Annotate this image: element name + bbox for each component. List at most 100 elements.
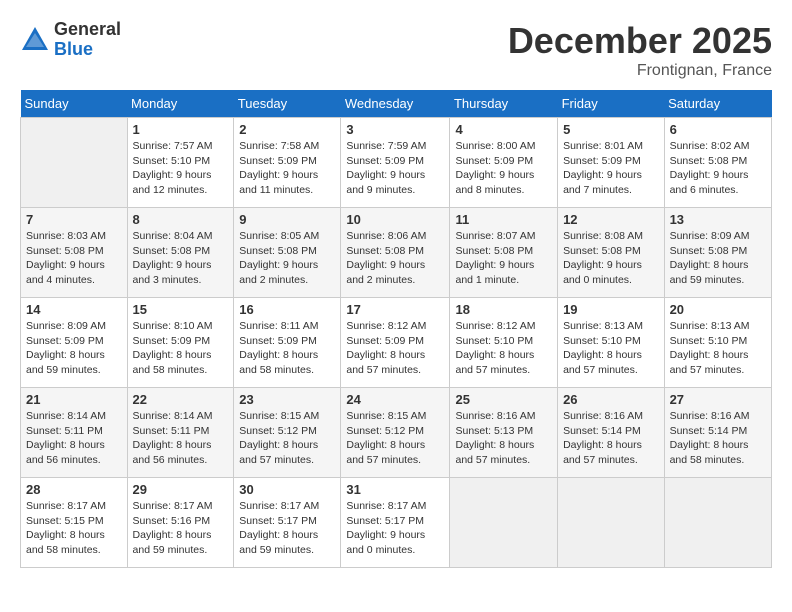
day-info: Sunrise: 8:16 AMSunset: 5:14 PMDaylight:…	[670, 409, 766, 468]
day-info: Sunrise: 8:12 AMSunset: 5:09 PMDaylight:…	[346, 319, 444, 378]
day-cell: 18Sunrise: 8:12 AMSunset: 5:10 PMDayligh…	[450, 298, 558, 388]
header-friday: Friday	[558, 90, 665, 118]
day-number: 24	[346, 392, 444, 407]
day-info: Sunrise: 8:10 AMSunset: 5:09 PMDaylight:…	[133, 319, 229, 378]
day-cell: 24 Sunrise: 8:15 AMSunset: 5:12 PMDayligh…	[341, 388, 450, 478]
day-number: 19	[563, 302, 659, 317]
day-cell: 8 Sunrise: 8:04 AMSunset: 5:08 PMDaylight…	[127, 208, 234, 298]
day-info: Sunrise: 8:16 AMSunset: 5:14 PMDaylight:…	[563, 409, 659, 468]
day-cell	[21, 118, 128, 208]
day-cell: 31Sunrise: 8:17 AMSunset: 5:17 PMDayligh…	[341, 478, 450, 568]
day-number: 31	[346, 482, 444, 497]
day-number: 29	[133, 482, 229, 497]
day-number: 20	[670, 302, 766, 317]
day-number: 8	[133, 212, 229, 227]
logo-general: General	[54, 20, 121, 40]
day-cell: 9 Sunrise: 8:05 AMSunset: 5:08 PMDaylight…	[234, 208, 341, 298]
day-cell: 10 Sunrise: 8:06 AMSunset: 5:08 PMDayligh…	[341, 208, 450, 298]
day-cell: 17Sunrise: 8:12 AMSunset: 5:09 PMDayligh…	[341, 298, 450, 388]
day-cell: 25 Sunrise: 8:16 AMSunset: 5:13 PMDayligh…	[450, 388, 558, 478]
day-number: 16	[239, 302, 335, 317]
day-cell: 27Sunrise: 8:16 AMSunset: 5:14 PMDayligh…	[664, 388, 771, 478]
title-area: December 2025 Frontignan, France	[508, 20, 772, 80]
day-info: Sunrise: 8:06 AMSunset: 5:08 PMDaylight:…	[346, 229, 444, 288]
day-cell: 12 Sunrise: 8:08 AMSunset: 5:08 PMDayligh…	[558, 208, 665, 298]
page-header: General Blue December 2025 Frontignan, F…	[20, 20, 772, 80]
day-cell: 20 Sunrise: 8:13 AMSunset: 5:10 PMDayligh…	[664, 298, 771, 388]
day-info: Sunrise: 8:15 AMSunset: 5:12 PMDaylight:…	[346, 409, 444, 468]
calendar: SundayMondayTuesdayWednesdayThursdayFrid…	[20, 90, 772, 568]
day-info: Sunrise: 8:03 AMSunset: 5:08 PMDaylight:…	[26, 229, 122, 288]
day-cell: 11 Sunrise: 8:07 AMSunset: 5:08 PMDayligh…	[450, 208, 558, 298]
logo-icon	[20, 25, 50, 55]
week-row-2: 7 Sunrise: 8:03 AMSunset: 5:08 PMDaylight…	[21, 208, 772, 298]
day-info: Sunrise: 8:16 AMSunset: 5:13 PMDaylight:…	[455, 409, 552, 468]
header-thursday: Thursday	[450, 90, 558, 118]
day-info: Sunrise: 8:13 AMSunset: 5:10 PMDaylight:…	[670, 319, 766, 378]
day-number: 30	[239, 482, 335, 497]
day-info: Sunrise: 8:04 AMSunset: 5:08 PMDaylight:…	[133, 229, 229, 288]
day-cell: 3Sunrise: 7:59 AMSunset: 5:09 PMDaylight…	[341, 118, 450, 208]
day-cell: 7 Sunrise: 8:03 AMSunset: 5:08 PMDaylight…	[21, 208, 128, 298]
day-number: 13	[670, 212, 766, 227]
day-info: Sunrise: 8:08 AMSunset: 5:08 PMDaylight:…	[563, 229, 659, 288]
day-info: Sunrise: 8:17 AMSunset: 5:15 PMDaylight:…	[26, 499, 122, 558]
day-number: 28	[26, 482, 122, 497]
day-number: 2	[239, 122, 335, 137]
day-number: 7	[26, 212, 122, 227]
header-tuesday: Tuesday	[234, 90, 341, 118]
week-row-3: 14 Sunrise: 8:09 AMSunset: 5:09 PMDayligh…	[21, 298, 772, 388]
day-cell: 6 Sunrise: 8:02 AMSunset: 5:08 PMDaylight…	[664, 118, 771, 208]
day-cell: 1Sunrise: 7:57 AMSunset: 5:10 PMDaylight…	[127, 118, 234, 208]
day-number: 15	[133, 302, 229, 317]
logo-text: General Blue	[54, 20, 121, 60]
day-cell: 29Sunrise: 8:17 AMSunset: 5:16 PMDayligh…	[127, 478, 234, 568]
header-wednesday: Wednesday	[341, 90, 450, 118]
day-cell: 14 Sunrise: 8:09 AMSunset: 5:09 PMDayligh…	[21, 298, 128, 388]
calendar-header-row: SundayMondayTuesdayWednesdayThursdayFrid…	[21, 90, 772, 118]
day-cell	[450, 478, 558, 568]
day-cell: 30 Sunrise: 8:17 AMSunset: 5:17 PMDayligh…	[234, 478, 341, 568]
day-info: Sunrise: 8:13 AMSunset: 5:10 PMDaylight:…	[563, 319, 659, 378]
day-cell: 23Sunrise: 8:15 AMSunset: 5:12 PMDayligh…	[234, 388, 341, 478]
day-cell: 19 Sunrise: 8:13 AMSunset: 5:10 PMDayligh…	[558, 298, 665, 388]
day-info: Sunrise: 8:11 AMSunset: 5:09 PMDaylight:…	[239, 319, 335, 378]
day-info: Sunrise: 8:01 AMSunset: 5:09 PMDaylight:…	[563, 139, 659, 198]
day-number: 12	[563, 212, 659, 227]
logo: General Blue	[20, 20, 121, 60]
day-info: Sunrise: 8:05 AMSunset: 5:08 PMDaylight:…	[239, 229, 335, 288]
week-row-1: 1Sunrise: 7:57 AMSunset: 5:10 PMDaylight…	[21, 118, 772, 208]
day-info: Sunrise: 8:12 AMSunset: 5:10 PMDaylight:…	[455, 319, 552, 378]
day-info: Sunrise: 7:57 AMSunset: 5:10 PMDaylight:…	[133, 139, 229, 198]
day-info: Sunrise: 8:17 AMSunset: 5:17 PMDaylight:…	[239, 499, 335, 558]
day-cell: 16 Sunrise: 8:11 AMSunset: 5:09 PMDayligh…	[234, 298, 341, 388]
day-info: Sunrise: 8:14 AMSunset: 5:11 PMDaylight:…	[26, 409, 122, 468]
day-info: Sunrise: 8:07 AMSunset: 5:08 PMDaylight:…	[455, 229, 552, 288]
day-info: Sunrise: 8:09 AMSunset: 5:09 PMDaylight:…	[26, 319, 122, 378]
day-cell: 13 Sunrise: 8:09 AMSunset: 5:08 PMDayligh…	[664, 208, 771, 298]
day-number: 6	[670, 122, 766, 137]
day-info: Sunrise: 8:02 AMSunset: 5:08 PMDaylight:…	[670, 139, 766, 198]
logo-blue: Blue	[54, 40, 121, 60]
header-monday: Monday	[127, 90, 234, 118]
day-number: 5	[563, 122, 659, 137]
day-number: 11	[455, 212, 552, 227]
day-info: Sunrise: 8:00 AMSunset: 5:09 PMDaylight:…	[455, 139, 552, 198]
day-cell: 22Sunrise: 8:14 AMSunset: 5:11 PMDayligh…	[127, 388, 234, 478]
day-number: 21	[26, 392, 122, 407]
day-number: 25	[455, 392, 552, 407]
day-number: 9	[239, 212, 335, 227]
day-info: Sunrise: 7:59 AMSunset: 5:09 PMDaylight:…	[346, 139, 444, 198]
day-number: 14	[26, 302, 122, 317]
header-saturday: Saturday	[664, 90, 771, 118]
day-cell: 28 Sunrise: 8:17 AMSunset: 5:15 PMDayligh…	[21, 478, 128, 568]
day-number: 26	[563, 392, 659, 407]
day-info: Sunrise: 8:09 AMSunset: 5:08 PMDaylight:…	[670, 229, 766, 288]
week-row-4: 21 Sunrise: 8:14 AMSunset: 5:11 PMDayligh…	[21, 388, 772, 478]
day-info: Sunrise: 8:14 AMSunset: 5:11 PMDaylight:…	[133, 409, 229, 468]
week-row-5: 28 Sunrise: 8:17 AMSunset: 5:15 PMDayligh…	[21, 478, 772, 568]
month-title: December 2025	[508, 20, 772, 62]
day-cell: 4Sunrise: 8:00 AMSunset: 5:09 PMDaylight…	[450, 118, 558, 208]
day-cell: 5 Sunrise: 8:01 AMSunset: 5:09 PMDaylight…	[558, 118, 665, 208]
day-number: 10	[346, 212, 444, 227]
